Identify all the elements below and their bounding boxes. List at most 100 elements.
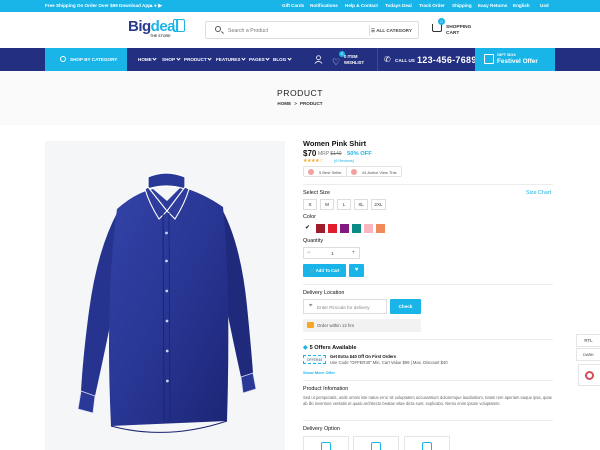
- delivery-truck-icon: [321, 442, 331, 450]
- logo-big-text: Big: [128, 18, 151, 35]
- wishlist-label-1: 0 ITEM: [344, 54, 358, 59]
- delivery-shield-icon: [422, 442, 432, 450]
- shirt-image: [77, 172, 257, 433]
- delivery-option-card[interactable]: [353, 436, 399, 450]
- page-title: PRODUCT: [277, 88, 323, 98]
- pincode-input[interactable]: ⌖ Enter Pincode for delivery: [303, 299, 387, 314]
- top-link-help[interactable]: Help & Contact: [345, 3, 378, 8]
- nav-pages[interactable]: PAGES: [249, 57, 269, 62]
- rtl-toggle[interactable]: RTL: [576, 334, 600, 347]
- wishlist-label-2: WISHLIST: [344, 59, 365, 65]
- nav-blog[interactable]: BLOG: [273, 57, 291, 62]
- search-divider: [369, 25, 370, 36]
- delivery-box-icon: [371, 442, 381, 450]
- size-option-l[interactable]: L: [337, 199, 351, 210]
- size-option-xl[interactable]: XL: [354, 199, 368, 210]
- top-link-gift-cards[interactable]: Gift Cards: [282, 3, 304, 8]
- page-header: [0, 71, 600, 125]
- top-link-shipping[interactable]: Shipping: [452, 3, 472, 8]
- size-option-2xl[interactable]: 2XL: [371, 199, 386, 210]
- category-icon: [60, 56, 66, 62]
- active-view-text: 44 Active View This: [362, 170, 397, 175]
- color-swatch-white-selected[interactable]: ✔: [303, 224, 312, 233]
- delivery-option-card[interactable]: [303, 436, 349, 450]
- breadcrumb-separator: >: [294, 101, 297, 106]
- offer-description: Use Code "OFFER40" Min. Cart Value $99 |…: [330, 360, 448, 365]
- nav-divider: [377, 48, 378, 71]
- best-seller-text: 5 Best Seller: [319, 170, 342, 175]
- breadcrumb-home[interactable]: HOME: [277, 101, 291, 106]
- tag-icon: ◆: [303, 345, 308, 351]
- color-swatch-red[interactable]: [328, 224, 337, 233]
- search-icon[interactable]: [215, 26, 221, 32]
- settings-button[interactable]: [578, 364, 600, 386]
- language-select[interactable]: English: [513, 3, 530, 8]
- gift-box-label: GIFT BOX: [497, 52, 516, 57]
- product-image[interactable]: [45, 141, 285, 450]
- show-more-offers-link[interactable]: Show More Offer: [303, 370, 335, 375]
- breadcrumb: HOME > PRODUCT: [0, 101, 600, 106]
- discount-label: 50% OFF: [347, 150, 372, 157]
- site-logo[interactable]: Bigdeal THE STORE: [128, 18, 188, 40]
- offer-code[interactable]: OFFER40: [303, 355, 326, 364]
- nav-features[interactable]: FEATURES: [216, 57, 245, 62]
- color-swatch-purple[interactable]: [340, 224, 349, 233]
- nav-shop[interactable]: SHOP: [162, 57, 180, 62]
- cart-button[interactable]: 0 SHOPPING CART: [432, 18, 482, 40]
- quantity-stepper[interactable]: − 1 +: [303, 247, 360, 259]
- app-store-icons[interactable]: ▴ ● ▶: [150, 3, 162, 9]
- size-chart-link[interactable]: Size Chart: [526, 190, 551, 196]
- heart-icon: ♥: [354, 267, 359, 273]
- size-option-s[interactable]: S: [303, 199, 317, 210]
- check-button[interactable]: Check: [390, 299, 421, 314]
- size-option-m[interactable]: M: [320, 199, 334, 210]
- divider: [303, 380, 553, 381]
- top-link-notifications[interactable]: Notifications: [310, 3, 338, 8]
- quantity-label: Quantity: [303, 238, 324, 244]
- color-swatch-teal[interactable]: [352, 224, 361, 233]
- select-size-label: Select Size: [303, 190, 330, 196]
- gift-box-banner[interactable]: GIFT BOX Festivel Offer: [475, 48, 555, 71]
- color-swatch-orange[interactable]: [376, 224, 385, 233]
- delivery-option-card[interactable]: [404, 436, 450, 450]
- add-to-wishlist-button[interactable]: ♥: [349, 264, 364, 277]
- badge-icon: [351, 169, 357, 175]
- delivery-option-label: Delivery Option: [303, 426, 340, 432]
- offer-title: Get Extra $40 Off On First Orders: [330, 354, 397, 359]
- bag-logo-icon: [173, 19, 185, 32]
- top-link-todays-deal[interactable]: Todays Deal: [385, 3, 412, 8]
- shop-by-category-button[interactable]: SHOP BY CATEGORY: [45, 48, 127, 71]
- divider: [303, 420, 553, 421]
- qty-plus-button[interactable]: +: [351, 250, 355, 256]
- currency-select[interactable]: Usd: [540, 3, 549, 8]
- color-label: Color: [303, 214, 316, 220]
- reviews-link[interactable]: (6 Reviews): [334, 159, 354, 163]
- product-info-text: Sed ut perspiciatis, unde omnis iste nat…: [303, 395, 552, 406]
- color-swatch-pink[interactable]: [364, 224, 373, 233]
- location-pin-icon: ⌖: [309, 303, 313, 309]
- user-icon[interactable]: [314, 55, 323, 64]
- download-app-link[interactable]: Download App: [119, 3, 151, 8]
- search-input[interactable]: Search a Product: [228, 28, 268, 34]
- divider: [303, 284, 553, 285]
- mrp-value: $140: [330, 151, 342, 157]
- nav-product[interactable]: PRODUCT: [184, 57, 211, 62]
- category-dropdown[interactable]: ☰ ALL CATEGORY: [371, 28, 412, 34]
- product-info-title: Product Infomation: [303, 386, 349, 392]
- search-bar[interactable]: Search a Product ☰ ALL CATEGORY: [205, 21, 419, 39]
- logo-tagline: THE STORE: [150, 34, 171, 38]
- phone-icon: ✆: [384, 55, 391, 64]
- top-link-track-order[interactable]: Track Order: [419, 3, 445, 8]
- gear-icon: [585, 371, 594, 380]
- free-shipping-text: Free Shipping On Order Over $99: [45, 3, 118, 8]
- rating-stars: ★★★★☆: [303, 158, 323, 164]
- nav-home[interactable]: HOME: [138, 57, 156, 62]
- add-to-cart-button[interactable]: 🛒 Add To Cart: [303, 264, 346, 277]
- top-link-easy-returns[interactable]: Easy Returns: [478, 3, 507, 8]
- shop-by-category-label: SHOP BY CATEGORY: [70, 57, 118, 62]
- divider: [303, 339, 553, 340]
- phone-number: 123-456-76890: [417, 55, 482, 65]
- color-swatch-maroon[interactable]: [316, 224, 325, 233]
- dark-mode-toggle[interactable]: DARK: [576, 348, 600, 361]
- festival-offer-label: Festivel Offer: [497, 58, 538, 65]
